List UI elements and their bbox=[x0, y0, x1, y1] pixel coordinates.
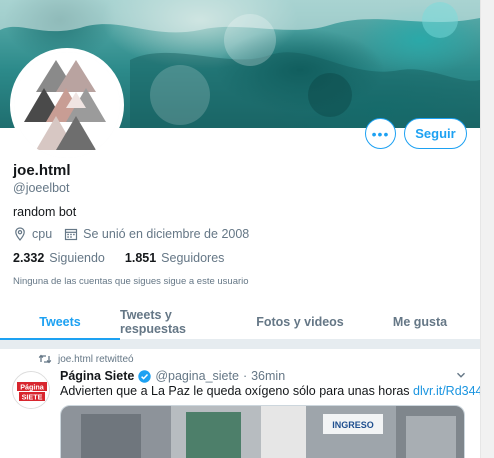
profile-joined-date: Se unió en diciembre de 2008 bbox=[83, 227, 250, 241]
tab-tweets[interactable]: Tweets bbox=[0, 304, 120, 340]
profile-tabs: Tweets Tweets y respuestas Fotos y video… bbox=[0, 304, 480, 340]
retweet-context-text[interactable]: joe.html retwitteó bbox=[58, 354, 134, 365]
followers-count: 1.851 bbox=[124, 251, 157, 265]
chevron-down-icon[interactable] bbox=[455, 369, 467, 381]
avatar-text-line2: SIETE bbox=[22, 392, 43, 401]
tweet-author-handle[interactable]: @pagina_siete bbox=[155, 369, 239, 383]
profile-page: ••• Seguir joe.html @joeelbot random bot… bbox=[0, 0, 480, 458]
profile-stats: 2.332 Siguiendo 1.851 Seguidores bbox=[13, 251, 244, 265]
location-pin-icon bbox=[13, 227, 27, 241]
tweet-author-avatar[interactable]: Página SIETE bbox=[12, 371, 50, 409]
calendar-icon bbox=[64, 227, 78, 241]
tweet-text: Advierten que a La Paz le queda oxígeno … bbox=[60, 384, 480, 398]
tweet-author-name[interactable]: Página Siete bbox=[60, 369, 134, 383]
tweet-timestamp[interactable]: 36min bbox=[251, 369, 285, 383]
tweet-meta-separator: · bbox=[242, 369, 248, 383]
follow-button[interactable]: Seguir bbox=[404, 118, 467, 149]
profile-bio: random bot bbox=[13, 205, 77, 219]
tweet-item[interactable]: joe.html retwitteó Página SIETE Página S… bbox=[0, 349, 480, 458]
tweet-link[interactable]: dlvr.it/Rd344c bbox=[413, 384, 480, 398]
tweet-media-image[interactable]: INGRESO bbox=[60, 405, 465, 458]
followers-you-know-note: Ninguna de las cuentas que sigues sigue … bbox=[13, 276, 249, 287]
tab-photos-and-videos[interactable]: Fotos y videos bbox=[240, 304, 360, 339]
media-sign-text: INGRESO bbox=[332, 420, 374, 430]
tab-likes[interactable]: Me gusta bbox=[360, 304, 480, 339]
profile-name[interactable]: joe.html bbox=[13, 162, 71, 179]
profile-meta: cpu Se unió en diciembre de 2008 bbox=[13, 227, 249, 241]
following-label: Siguiendo bbox=[49, 251, 105, 265]
more-options-button[interactable]: ••• bbox=[365, 118, 396, 149]
tweet-header: Página Siete @pagina_siete · 36min bbox=[60, 369, 285, 383]
following-count: 2.332 bbox=[13, 251, 45, 265]
tweet-body: Advierten que a La Paz le queda oxígeno … bbox=[60, 384, 414, 398]
retweet-icon bbox=[38, 353, 52, 365]
avatar-text-line1: Página bbox=[20, 382, 45, 391]
profile-avatar[interactable] bbox=[10, 48, 124, 162]
verified-badge-icon bbox=[138, 369, 152, 383]
followers-link[interactable]: 1.851 Seguidores bbox=[125, 251, 225, 265]
following-link[interactable]: 2.332 Siguiendo bbox=[13, 251, 105, 265]
scrollbar[interactable] bbox=[480, 0, 494, 458]
profile-location: cpu bbox=[32, 227, 53, 241]
followers-label: Seguidores bbox=[161, 251, 225, 265]
profile-handle[interactable]: @joeelbot bbox=[13, 181, 69, 195]
tab-tweets-and-replies[interactable]: Tweets y respuestas bbox=[120, 304, 240, 339]
retweet-context: joe.html retwitteó bbox=[38, 353, 134, 365]
